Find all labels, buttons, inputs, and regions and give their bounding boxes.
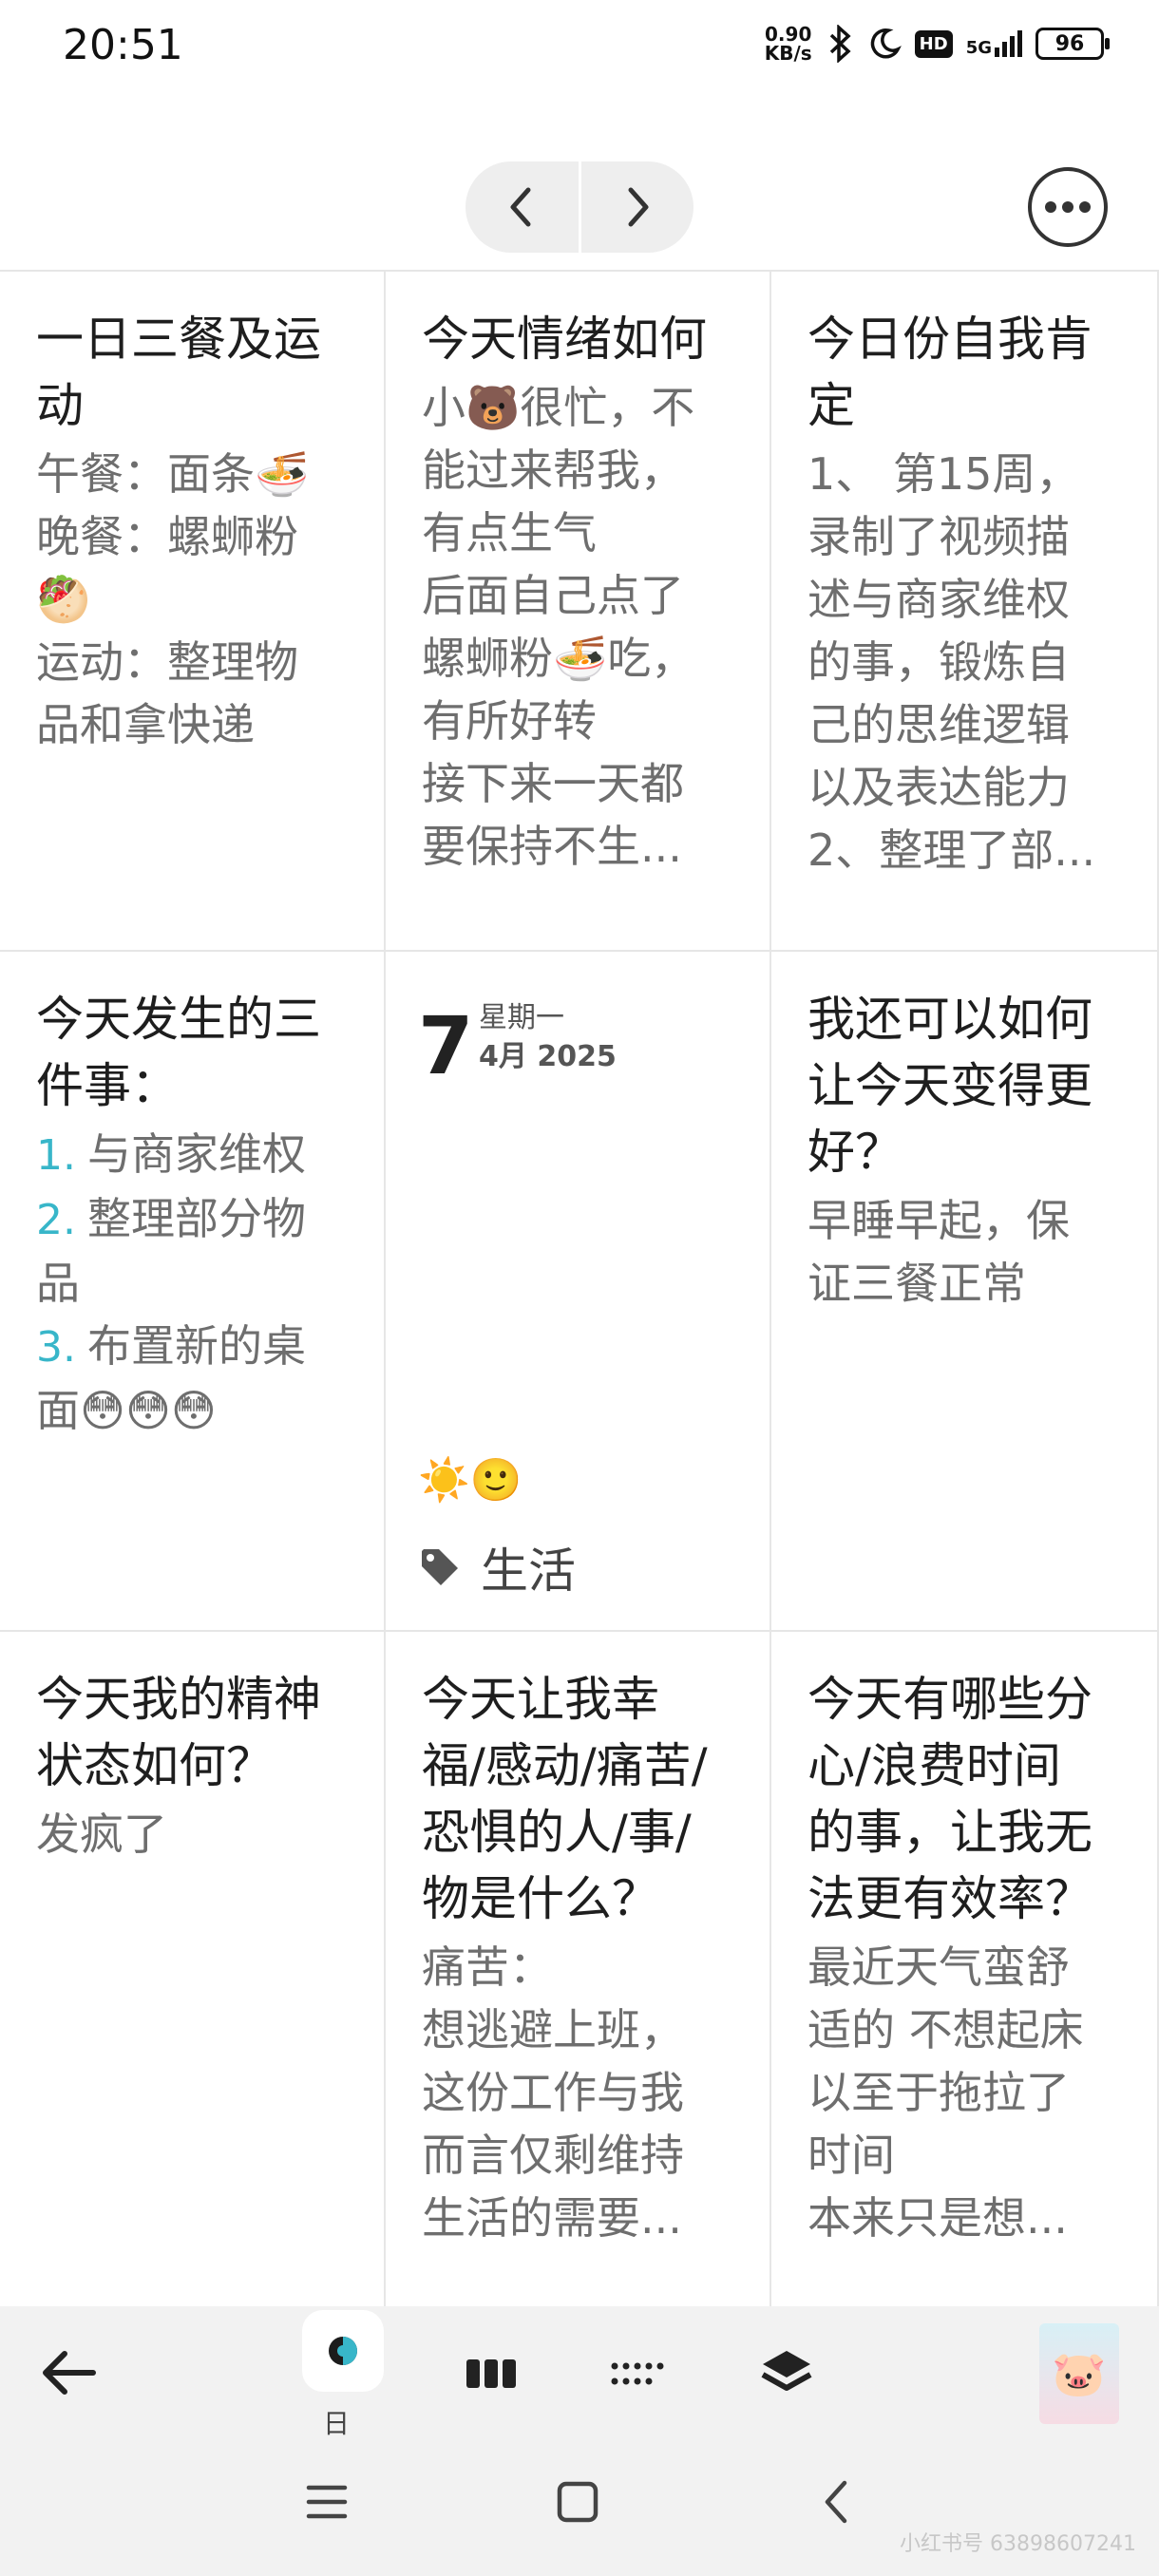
- card-title: 今日份自我肯 定: [808, 312, 1092, 433]
- card-three-things[interactable]: 今天发生的三 件事： 1. 与商家维权 2. 整理部分物 品 3. 布置新的桌 面😳😳…: [0, 952, 386, 1632]
- card-title: 今天让我幸 福/感动/痛苦/ 恐惧的人/事/ 物是什么？: [422, 1672, 708, 1926]
- card-body: 午餐：面条🍜 晚餐：螺蛳粉 🥙 运动：整理物 品和拿快递: [36, 448, 310, 750]
- tab-layers[interactable]: [756, 2344, 817, 2401]
- home-nav-button[interactable]: [551, 2475, 604, 2529]
- back-button[interactable]: [34, 2342, 103, 2403]
- card-distractions[interactable]: 今天有哪些分 心/浪费时间 的事，让我无 法更有效率？ 最近天气蛮舒 适的 不想…: [771, 1632, 1159, 2308]
- card-mood[interactable]: 今天情绪如何 小🐻很忙，不 能过来帮我， 有点生气 后面自己点了 螺蛳粉🍜吃， …: [386, 272, 771, 952]
- card-title: 今天我的精神 状态如何？: [36, 1672, 321, 1793]
- card-title: 一日三餐及运 动: [36, 312, 321, 433]
- card-body: 小🐻很忙，不 能过来帮我， 有点生气 后面自己点了 螺蛳粉🍜吃， 有所好转 接下…: [422, 382, 695, 872]
- card-improve-today[interactable]: 我还可以如何 让今天变得更 好？ 早睡早起，保 证三餐正常: [771, 952, 1159, 1632]
- next-button[interactable]: [578, 161, 694, 253]
- date-day: 7: [418, 999, 474, 1092]
- status-icons: 0.90 KB/s HD 5G 96: [764, 23, 1110, 65]
- card-body: 发疯了: [36, 1809, 167, 1860]
- card-mental-state[interactable]: 今天我的精神 状态如何？ 发疯了: [0, 1632, 386, 2308]
- menu-icon: [306, 2485, 348, 2519]
- layers-icon: [761, 2351, 812, 2391]
- date-meta: 星期一 4月 2025: [479, 999, 617, 1077]
- chevron-left-icon: [825, 2480, 847, 2524]
- card-title: 今天情绪如何: [422, 312, 707, 367]
- bottom-toolbar: [0, 2306, 1159, 2439]
- tag-row[interactable]: 生活: [418, 1533, 576, 1601]
- tab-week[interactable]: [462, 2350, 521, 2397]
- previous-button[interactable]: [466, 161, 579, 253]
- card-feelings[interactable]: 今天让我幸 福/感动/痛苦/ 恐惧的人/事/ 物是什么？ 痛苦： 想逃避上班， …: [386, 1632, 771, 2308]
- weather-mood-icons[interactable]: ☀️🙂: [418, 1455, 522, 1505]
- more-options-button[interactable]: [1028, 167, 1108, 247]
- status-time: 20:51: [63, 21, 183, 69]
- card-body: 1、 第15周， 录制了视频描 述与商家维权 的事，锻炼自 己的思维逻辑 以及表…: [808, 448, 1096, 876]
- square-icon: [557, 2481, 598, 2523]
- battery-indicator: 96: [1036, 28, 1110, 60]
- signal-icon: 5G: [966, 30, 1022, 57]
- tag-label: 生活: [481, 1544, 576, 1599]
- more-icon: [1045, 201, 1091, 213]
- card-title: 今天发生的三 件事：: [36, 992, 321, 1113]
- card-body: 最近天气蛮舒 适的 不想起床 以至于拖拉了 时间 本来只是想...: [808, 1941, 1084, 2244]
- card-title: 我还可以如何 让今天变得更 好？: [808, 992, 1092, 1180]
- hd-badge: HD: [914, 29, 953, 58]
- dots-grid-icon: [611, 2362, 664, 2385]
- columns-icon: [466, 2359, 516, 2388]
- date-navigation: [466, 161, 694, 253]
- bluetooth-icon: [829, 25, 851, 63]
- day-view-icon: [329, 2337, 357, 2365]
- tab-day-label: 日: [323, 2408, 351, 2439]
- card-self-affirmation[interactable]: 今日份自我肯 定 1、 第15周， 录制了视频描 述与商家维权 的事，锻炼自 己…: [771, 272, 1159, 952]
- card-meals-exercise[interactable]: 一日三餐及运 动 午餐：面条🍜 晚餐：螺蛳粉 🥙 运动：整理物 品和拿快递: [0, 272, 386, 952]
- arrow-left-icon: [43, 2351, 96, 2395]
- tab-day[interactable]: [302, 2310, 384, 2392]
- card-body: 早睡早起，保 证三餐正常: [808, 1195, 1070, 1309]
- list-item: 1. 与商家维权: [36, 1128, 306, 1180]
- menu-nav-button[interactable]: [300, 2475, 353, 2529]
- chevron-left-icon: [510, 187, 531, 227]
- network-speed: 0.90 KB/s: [764, 23, 812, 65]
- avatar[interactable]: 🐷: [1039, 2323, 1119, 2424]
- status-bar: 20:51 0.90 KB/s HD 5G 96: [0, 0, 1159, 95]
- list-item: 3. 布置新的桌: [36, 1320, 306, 1372]
- tag-icon: [422, 1549, 458, 1585]
- card-body: 痛苦： 想逃避上班， 这份工作与我 而言仅剩维持 生活的需要...: [422, 1941, 684, 2244]
- journal-grid: 一日三餐及运 动 午餐：面条🍜 晚餐：螺蛳粉 🥙 运动：整理物 品和拿快递 今天…: [0, 270, 1159, 2308]
- back-nav-button[interactable]: [809, 2475, 863, 2529]
- date-month-year: 4月 2025: [479, 1040, 617, 1073]
- chevron-right-icon: [628, 187, 649, 227]
- date-weekday: 星期一: [479, 1001, 564, 1034]
- moon-icon: [870, 28, 902, 59]
- card-title: 今天有哪些分 心/浪费时间 的事，让我无 法更有效率？: [808, 1672, 1092, 1926]
- list-item: 2. 整理部分物: [36, 1193, 306, 1244]
- numbered-list: 1. 与商家维权 2. 整理部分物 品 3. 布置新的桌 面😳😳😳: [36, 1123, 355, 1442]
- tab-month[interactable]: [608, 2350, 667, 2397]
- watermark: 小红书号 63898607241: [900, 2532, 1136, 2556]
